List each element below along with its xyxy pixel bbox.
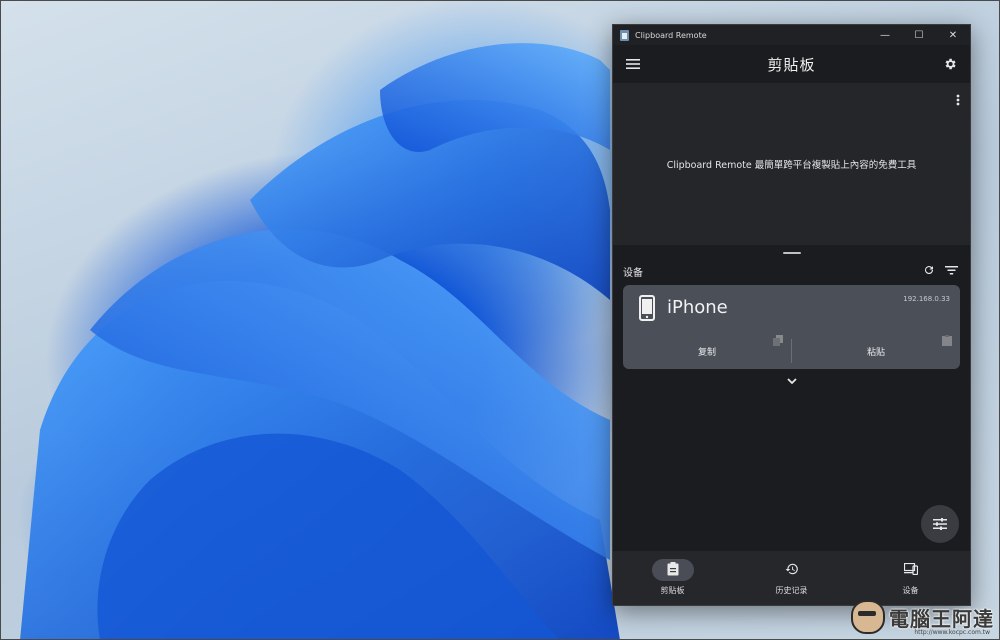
clipboard-content-text: Clipboard Remote 最簡單跨平台複製貼上內容的免費工具: [666, 160, 917, 171]
paste-icon: [942, 335, 952, 349]
nav-devices[interactable]: 设备: [851, 551, 970, 605]
app-bar: 剪貼板: [613, 45, 970, 83]
filter-icon[interactable]: [945, 265, 958, 278]
app-icon: [620, 29, 629, 41]
window-titlebar[interactable]: Clipboard Remote — ☐ ✕: [613, 25, 970, 45]
watermark-text: 電腦王阿達: [889, 606, 994, 631]
copy-label: 复制: [697, 347, 716, 358]
device-card[interactable]: iPhone 192.168.0.33 复制 粘贴: [623, 285, 960, 369]
devices-heading: 设备: [623, 267, 643, 279]
nav-clipboard-label: 剪贴板: [660, 586, 685, 595]
close-button[interactable]: ✕: [936, 30, 970, 41]
watermark-mascot-icon: [851, 600, 885, 634]
paste-button[interactable]: 粘贴: [792, 333, 960, 369]
expand-chevron-icon[interactable]: [613, 377, 970, 385]
maximize-button[interactable]: ☐: [902, 30, 936, 41]
resize-handle[interactable]: [613, 245, 970, 261]
refresh-icon[interactable]: [923, 264, 935, 279]
nav-devices-label: 设备: [902, 586, 919, 595]
minimize-button[interactable]: —: [868, 30, 902, 41]
copy-icon: [773, 335, 783, 349]
bottom-navigation: 剪贴板 历史记录 设备: [613, 551, 970, 605]
clipboard-remote-window: Clipboard Remote — ☐ ✕ 剪貼板 Clipboard Rem…: [612, 24, 971, 606]
nav-history-label: 历史记录: [775, 586, 808, 595]
more-options-icon[interactable]: [956, 91, 960, 110]
clipboard-content-panel: Clipboard Remote 最簡單跨平台複製貼上內容的免費工具: [613, 83, 970, 245]
settings-gear-icon[interactable]: [940, 54, 960, 74]
clipboard-icon: [667, 562, 679, 578]
nav-clipboard[interactable]: 剪贴板: [613, 551, 732, 605]
tune-icon: [933, 515, 947, 534]
window-title: Clipboard Remote: [635, 30, 707, 40]
smartphone-icon: [639, 295, 655, 325]
nav-history[interactable]: 历史记录: [732, 551, 851, 605]
paste-label: 粘贴: [866, 347, 885, 358]
devices-icon: [903, 562, 918, 577]
device-name: iPhone: [667, 297, 728, 318]
devices-header: 设备: [613, 261, 970, 281]
copy-button[interactable]: 复制: [623, 333, 791, 369]
adjust-settings-button[interactable]: [921, 505, 959, 543]
watermark-url: http://www.kocpc.com.tw: [914, 629, 990, 636]
menu-icon[interactable]: [623, 54, 643, 74]
device-ip: 192.168.0.33: [903, 295, 950, 303]
site-watermark: 電腦王阿達 http://www.kocpc.com.tw: [851, 600, 994, 636]
page-title: 剪貼板: [767, 55, 816, 74]
history-icon: [785, 562, 799, 578]
